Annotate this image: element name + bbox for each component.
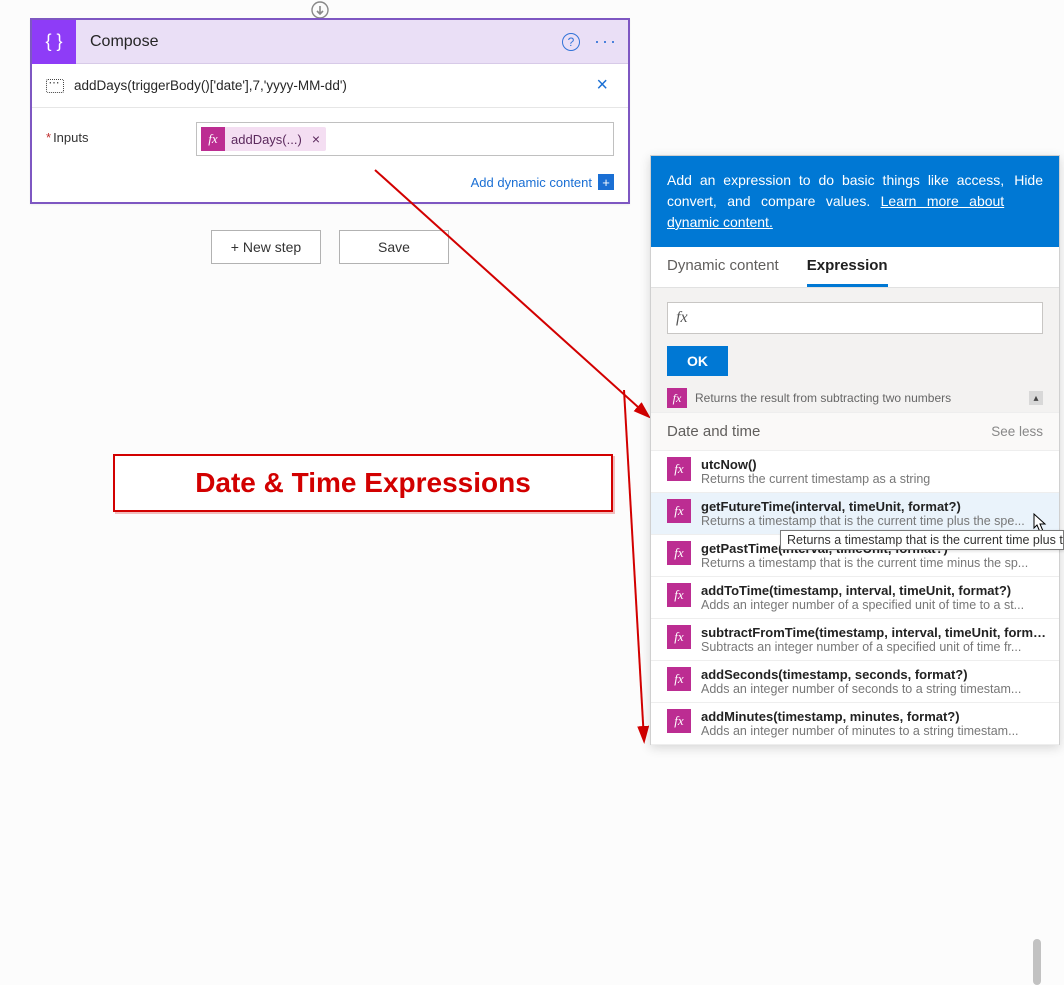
tab-expression[interactable]: Expression [807, 257, 888, 287]
see-less-link[interactable]: See less [991, 424, 1043, 439]
fx-icon: fx [667, 388, 687, 408]
compose-title: Compose [76, 33, 562, 51]
function-item-getfuturetime[interactable]: fx getFutureTime(interval, timeUnit, for… [651, 493, 1059, 535]
compose-card-header: { } Compose ? ··· [32, 20, 628, 64]
fx-icon: fx [667, 709, 691, 733]
inputs-field[interactable]: fx addDays(...) × [196, 122, 614, 156]
previous-function-row[interactable]: fx Returns the result from subtracting t… [651, 388, 1059, 412]
expression-preview-row: addDays(triggerBody()['date'],7,'yyyy-MM… [32, 64, 628, 108]
expression-preview-text: addDays(triggerBody()['date'],7,'yyyy-MM… [74, 78, 590, 93]
expression-panel-tabs: Dynamic content Expression [651, 247, 1059, 288]
save-button[interactable]: Save [339, 230, 449, 264]
fx-icon: fx [667, 499, 691, 523]
function-item-addseconds[interactable]: fx addSeconds(timestamp, seconds, format… [651, 661, 1059, 703]
fx-icon: fx [667, 583, 691, 607]
fx-chip-icon: fx [201, 127, 225, 151]
function-list: fx utcNow() Returns the current timestam… [651, 451, 1059, 745]
tab-dynamic-content[interactable]: Dynamic content [667, 257, 779, 287]
scrollbar-thumb[interactable] [1033, 939, 1041, 985]
function-item-subtractfromtime[interactable]: fx subtractFromTime(timestamp, interval,… [651, 619, 1059, 661]
category-date-and-time: Date and time See less [651, 412, 1059, 451]
inputs-label: *Inputs [46, 122, 196, 145]
annotation-label: Date & Time Expressions [113, 454, 613, 512]
fx-icon: fx [667, 541, 691, 565]
more-menu-ellipsis[interactable]: ··· [594, 31, 618, 52]
fx-prefix-icon: fx [676, 309, 688, 327]
fx-icon: fx [667, 457, 691, 481]
new-step-button[interactable]: + New step [211, 230, 321, 264]
compose-action-card: { } Compose ? ··· addDays(triggerBody()[… [30, 18, 630, 204]
expression-panel: Add an expression to do basic things lik… [650, 155, 1060, 745]
fx-icon: fx [667, 625, 691, 649]
function-item-addminutes[interactable]: fx addMinutes(timestamp, minutes, format… [651, 703, 1059, 745]
fx-icon: fx [667, 667, 691, 691]
expression-panel-header: Add an expression to do basic things lik… [651, 156, 1059, 247]
add-dynamic-content-link[interactable]: Add dynamic content + [471, 174, 614, 190]
expression-icon [46, 79, 64, 93]
expression-chip[interactable]: fx addDays(...) × [201, 127, 326, 151]
fx-chip-text: addDays(...) [231, 132, 302, 147]
function-item-addtotime[interactable]: fx addToTime(timestamp, interval, timeUn… [651, 577, 1059, 619]
help-icon[interactable]: ? [562, 33, 580, 51]
expression-input[interactable]: fx [667, 302, 1043, 334]
plus-icon: + [598, 174, 614, 190]
function-tooltip: Returns a timestamp that is the current … [780, 530, 1064, 550]
scroll-up-button[interactable]: ▴ [1029, 391, 1043, 405]
compose-icon: { } [32, 20, 76, 64]
hide-panel-button[interactable]: Hide [1014, 170, 1043, 191]
ok-button[interactable]: OK [667, 346, 728, 376]
remove-chip-button[interactable]: × [308, 131, 324, 147]
clear-expression-button[interactable]: × [590, 74, 614, 97]
function-item-utcnow[interactable]: fx utcNow() Returns the current timestam… [651, 451, 1059, 493]
